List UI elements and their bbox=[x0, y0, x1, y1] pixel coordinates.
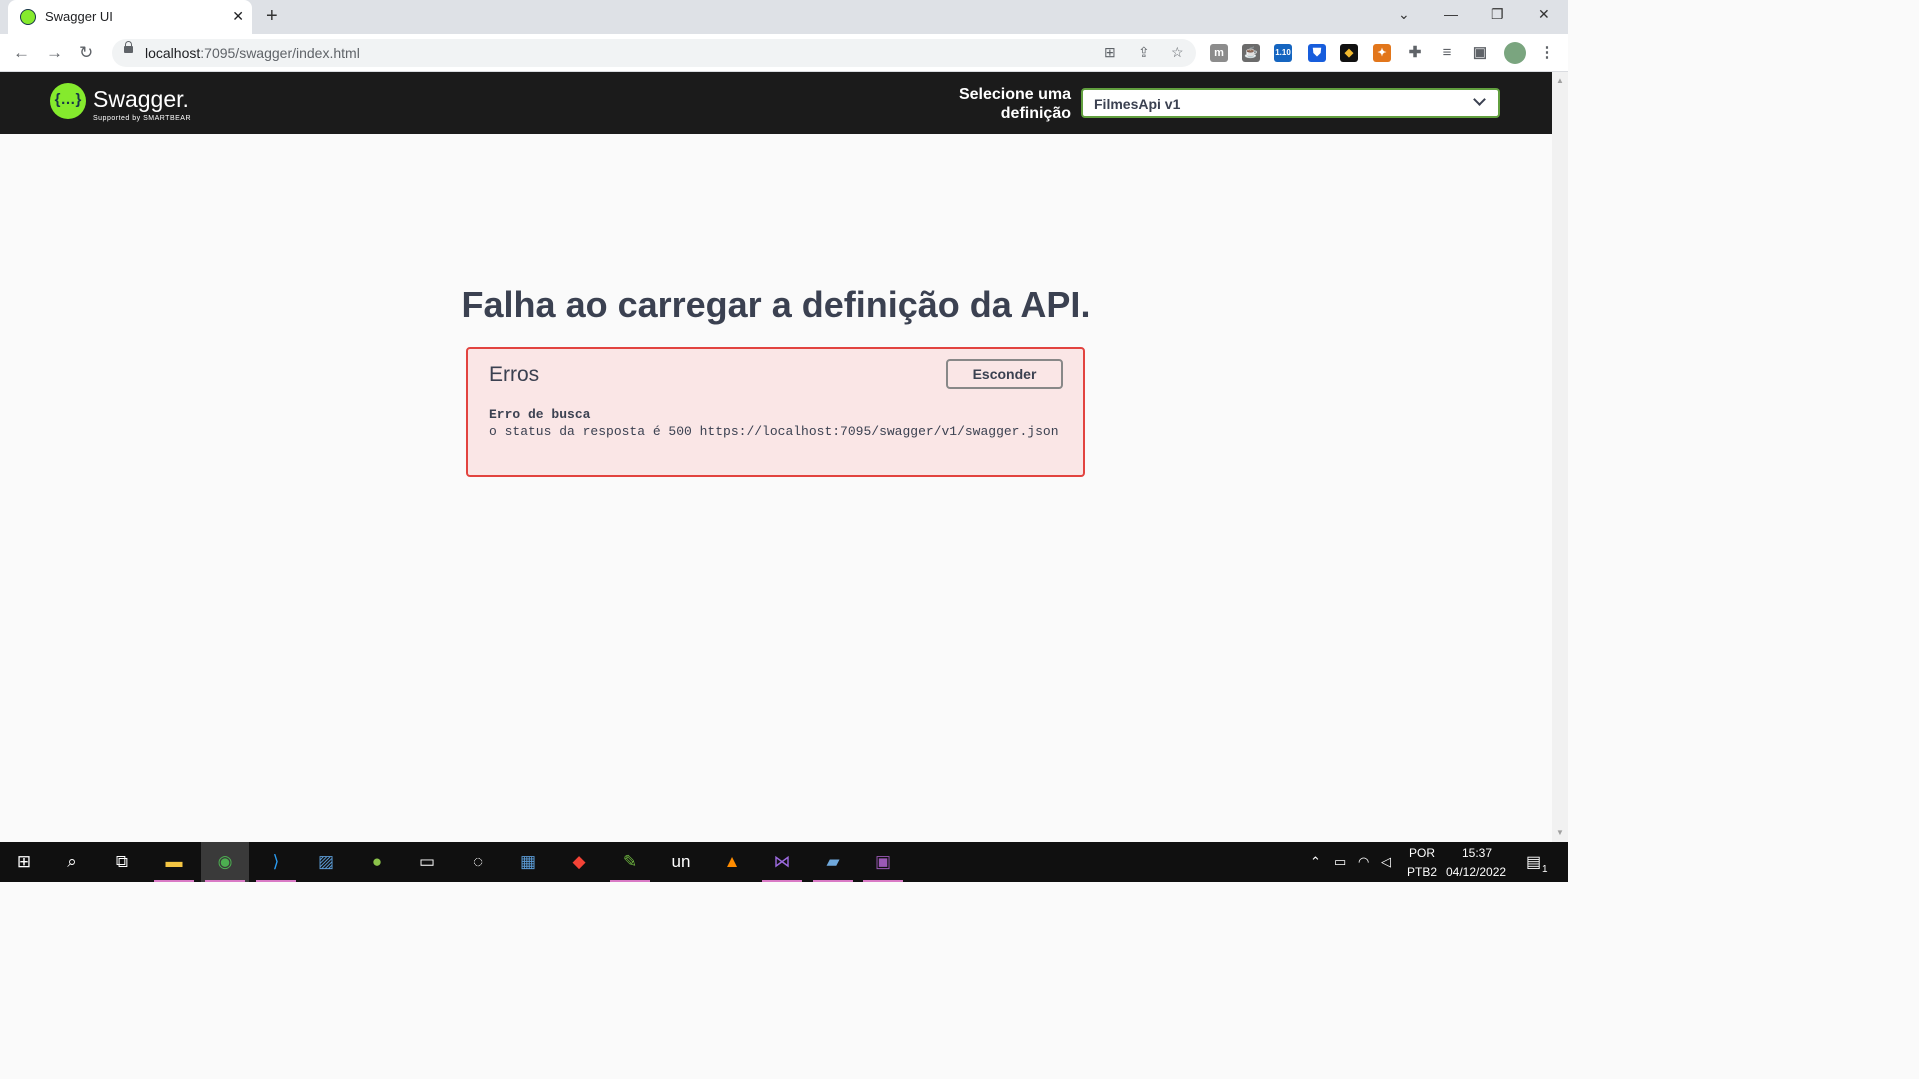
extensions-puzzle-icon[interactable]: ✚ bbox=[1406, 44, 1424, 62]
console-icon[interactable]: ▣ bbox=[859, 842, 907, 882]
close-window-button[interactable]: ✕ bbox=[1538, 6, 1550, 23]
definition-select-label: Selecione uma definição bbox=[958, 86, 1071, 122]
bitwarden-icon[interactable]: ⛊ bbox=[1308, 44, 1326, 62]
errors-heading: Erros bbox=[489, 363, 540, 386]
wifi-icon[interactable]: ◠ bbox=[1358, 854, 1369, 870]
un-app-icon[interactable]: un bbox=[657, 842, 705, 882]
tray-chevron-up-icon[interactable]: ⌃ bbox=[1310, 854, 1321, 870]
address-bar[interactable]: localhost:7095/swagger/index.html ⊞ ⇪ ☆ bbox=[112, 39, 1196, 67]
battery-icon[interactable]: ▭ bbox=[1334, 854, 1346, 870]
tab-search-icon[interactable]: ⌄ bbox=[1398, 6, 1410, 23]
smartbear-tagline: Supported by SMARTBEAR bbox=[93, 115, 192, 122]
calculator-icon[interactable]: ▦ bbox=[504, 842, 552, 882]
swagger-logo-icon[interactable]: {…} bbox=[50, 83, 86, 119]
url-text: localhost:7095/swagger/index.html bbox=[145, 45, 360, 61]
swagger-logo-text: Swagger. bbox=[93, 86, 189, 112]
file-explorer-icon[interactable]: ▬ bbox=[150, 842, 198, 882]
windows-start-icon[interactable]: ⊞ bbox=[0, 842, 48, 882]
obs-icon[interactable]: ◌ bbox=[454, 842, 502, 882]
minimize-button[interactable]: — bbox=[1444, 6, 1458, 22]
forward-arrow-icon[interactable]: → bbox=[46, 43, 63, 63]
vscode-icon[interactable]: ⟩ bbox=[252, 842, 300, 882]
page-scrollbar[interactable]: ▲ ▼ bbox=[1552, 72, 1568, 842]
back-arrow-icon[interactable]: ← bbox=[13, 43, 30, 63]
fetch-error-label: Erro de busca bbox=[489, 407, 591, 422]
terminal-icon[interactable]: ▭ bbox=[403, 842, 451, 882]
language-code[interactable]: POR bbox=[1409, 846, 1435, 860]
errors-panel: Erros Esconder Erro de busca o status da… bbox=[466, 347, 1085, 477]
browser-tab-strip: Swagger UI ✕ + ⌄ — ❐ ✕ bbox=[0, 0, 1568, 34]
chrome-icon[interactable]: ◉ bbox=[201, 842, 249, 882]
menu-kebab-icon[interactable]: ⋮ bbox=[1538, 44, 1556, 62]
vlc-icon[interactable]: ▲ bbox=[708, 842, 756, 882]
clock-time[interactable]: 15:37 bbox=[1462, 846, 1492, 860]
windows-taskbar: ⊞ ⌕ ⧉ ▬ ◉ ⟩ ▨ ● ▭ ◌ ▦ ◆ ✎ un ▲ ⋈ ▰ ▣ ⌃ ▭… bbox=[0, 842, 1568, 882]
search-icon[interactable]: ⌕ bbox=[48, 842, 96, 882]
fetch-error-message: o status da resposta é 500 https://local… bbox=[489, 424, 1059, 439]
hs-app-icon[interactable]: ● bbox=[353, 842, 401, 882]
lock-icon bbox=[124, 41, 133, 53]
share-icon[interactable]: ⇪ bbox=[1138, 44, 1150, 61]
extension-m-icon[interactable]: m bbox=[1210, 44, 1228, 62]
swagger-favicon-icon bbox=[20, 9, 36, 25]
tab-close-icon[interactable]: ✕ bbox=[232, 8, 244, 25]
error-page-title: Falha ao carregar a definição da API. bbox=[461, 284, 1091, 325]
keyboard-layout[interactable]: PTB2 bbox=[1407, 865, 1437, 879]
extension-badge-icon[interactable]: 1.10 bbox=[1274, 44, 1292, 62]
bookmark-star-icon[interactable]: ☆ bbox=[1171, 44, 1184, 61]
tab-swagger-ui[interactable]: Swagger UI ✕ bbox=[8, 0, 252, 34]
binance-icon[interactable]: ◆ bbox=[1340, 44, 1358, 62]
scroll-down-icon[interactable]: ▼ bbox=[1556, 828, 1564, 837]
notification-center-icon[interactable]: ▤ bbox=[1526, 852, 1541, 872]
restore-button[interactable]: ❐ bbox=[1491, 6, 1504, 23]
task-view-icon[interactable]: ⧉ bbox=[98, 842, 146, 882]
new-tab-button[interactable]: + bbox=[266, 5, 278, 28]
swagger-topbar: {…} Swagger. Supported by SMARTBEAR Sele… bbox=[0, 72, 1552, 134]
side-panel-icon[interactable]: ▣ bbox=[1471, 44, 1489, 62]
definition-select[interactable]: FilmesApi v1 bbox=[1081, 88, 1500, 118]
hide-errors-button[interactable]: Esconder bbox=[946, 359, 1063, 389]
browser-toolbar: ← → ↻ localhost:7095/swagger/index.html … bbox=[0, 34, 1568, 72]
database-tool-icon[interactable]: ▨ bbox=[302, 842, 350, 882]
extension-cup-icon[interactable]: ☕ bbox=[1242, 44, 1260, 62]
scroll-up-icon[interactable]: ▲ bbox=[1556, 76, 1564, 85]
metamask-icon[interactable]: ✦ bbox=[1373, 44, 1391, 62]
chevron-down-icon bbox=[1473, 93, 1486, 106]
tab-title: Swagger UI bbox=[45, 9, 113, 24]
clock-date[interactable]: 04/12/2022 bbox=[1446, 865, 1506, 879]
reload-icon[interactable]: ↻ bbox=[79, 43, 93, 63]
definition-select-value: FilmesApi v1 bbox=[1094, 96, 1181, 112]
media-queue-icon[interactable]: ≡ bbox=[1438, 44, 1456, 62]
git-tool-icon[interactable]: ◆ bbox=[555, 842, 603, 882]
profile-avatar[interactable] bbox=[1504, 42, 1526, 64]
remote-app-icon[interactable]: ▰ bbox=[809, 842, 857, 882]
translate-icon[interactable]: ⊞ bbox=[1104, 44, 1116, 61]
visual-studio-icon[interactable]: ⋈ bbox=[758, 842, 806, 882]
volume-icon[interactable]: ◁ bbox=[1381, 854, 1391, 870]
notification-count: 1 bbox=[1542, 864, 1548, 875]
notepad-icon[interactable]: ✎ bbox=[606, 842, 654, 882]
